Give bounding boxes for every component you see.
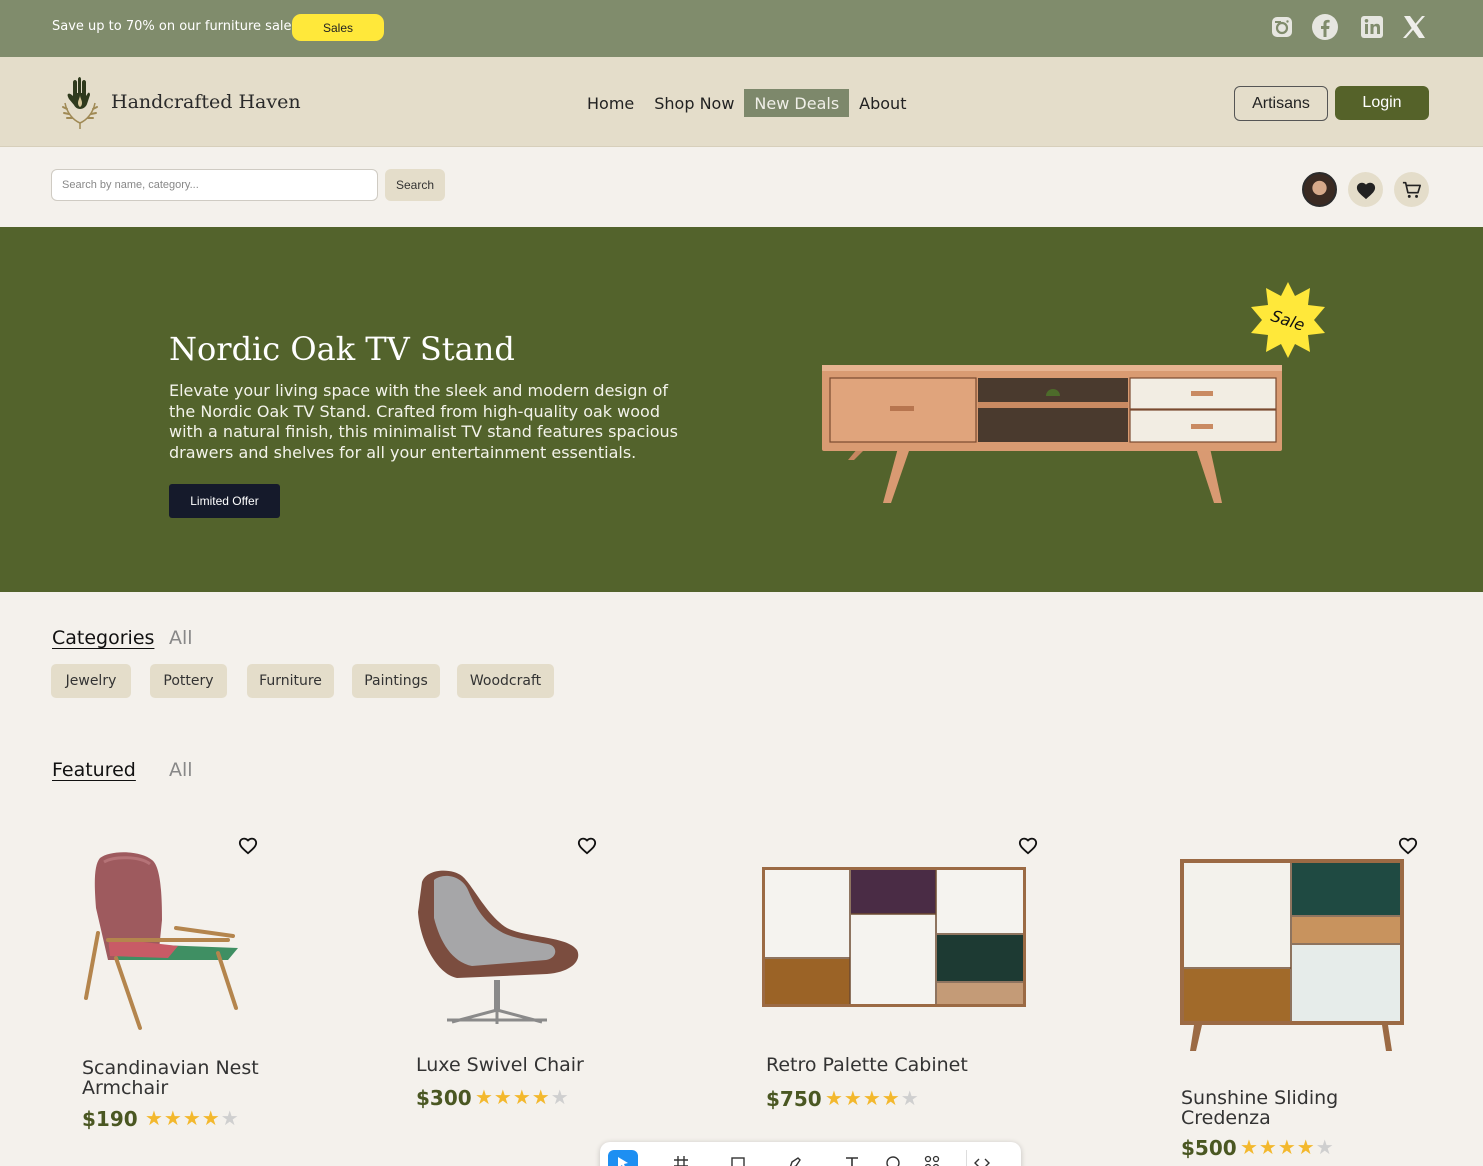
brand-name[interactable]: Handcrafted Haven — [111, 91, 301, 113]
cabinet-image — [762, 867, 1026, 1007]
nav-shop-now[interactable]: Shop Now — [644, 89, 744, 117]
category-chip-furniture[interactable]: Furniture — [247, 664, 334, 698]
limited-offer-button[interactable]: Limited Offer — [169, 484, 280, 518]
heart-outline-icon[interactable] — [576, 835, 598, 855]
cart-button[interactable] — [1394, 172, 1429, 207]
product-name-line2[interactable]: Credenza — [1181, 1108, 1271, 1129]
nav-home[interactable]: Home — [577, 89, 644, 117]
login-button[interactable]: Login — [1335, 86, 1429, 120]
pen-tool-icon[interactable] — [780, 1150, 810, 1166]
product-name[interactable]: Luxe Swivel Chair — [416, 1055, 584, 1076]
nav-links: Home Shop Now New Deals About — [577, 89, 916, 117]
hero-description: Elevate your living space with the sleek… — [169, 381, 678, 462]
product-price: $750 — [766, 1087, 822, 1111]
nav-new-deals[interactable]: New Deals — [744, 89, 850, 117]
cart-icon — [1402, 181, 1421, 198]
frame-tool-icon[interactable] — [666, 1150, 696, 1166]
rating-stars: ★★★★★ — [825, 1086, 920, 1110]
product-name[interactable]: Scandinavian Nest — [82, 1058, 259, 1079]
heart-outline-icon[interactable] — [1017, 835, 1039, 855]
artisans-button[interactable]: Artisans — [1234, 86, 1328, 121]
design-toolbar — [600, 1142, 1021, 1166]
category-chip-paintings[interactable]: Paintings — [352, 664, 440, 698]
promo-bar: Save up to 70% on our furniture sales Sa… — [0, 0, 1483, 57]
swivel-chair-image — [418, 870, 579, 1024]
promo-text: Save up to 70% on our furniture sales — [52, 19, 299, 34]
search-button[interactable]: Search — [385, 169, 445, 201]
cursor-tool-icon[interactable] — [608, 1150, 638, 1166]
tv-stand-image — [818, 360, 1288, 510]
product-name-line2[interactable]: Armchair — [82, 1078, 168, 1099]
rectangle-tool-icon[interactable] — [723, 1150, 753, 1166]
product-price: $190 — [82, 1107, 138, 1131]
categories-title[interactable]: Categories — [52, 627, 154, 649]
facebook-icon[interactable] — [1310, 12, 1340, 42]
category-chip-jewelry[interactable]: Jewelry — [51, 664, 131, 698]
code-tool-icon[interactable] — [966, 1150, 996, 1166]
ellipse-tool-icon[interactable] — [878, 1150, 908, 1166]
search-input[interactable] — [51, 169, 378, 201]
wishlist-button[interactable] — [1348, 172, 1383, 207]
instagram-icon[interactable] — [1267, 12, 1297, 42]
sale-badge: Sale — [1248, 280, 1328, 360]
product-price: $500 — [1181, 1136, 1237, 1160]
product-name[interactable]: Sunshine Sliding — [1181, 1088, 1338, 1109]
heart-filled-icon — [1356, 182, 1375, 199]
category-chip-woodcraft[interactable]: Woodcraft — [457, 664, 554, 698]
product-price: $300 — [416, 1086, 472, 1110]
heart-outline-icon[interactable] — [1397, 835, 1419, 855]
rating-stars: ★★★★★ — [145, 1106, 240, 1130]
rating-stars: ★★★★★ — [475, 1085, 570, 1109]
credenza-image — [1180, 859, 1404, 1051]
text-tool-icon[interactable] — [837, 1150, 867, 1166]
featured-title[interactable]: Featured — [52, 759, 136, 781]
avatar[interactable] — [1302, 172, 1337, 207]
nav-about[interactable]: About — [849, 89, 916, 117]
rating-stars: ★★★★★ — [1240, 1135, 1335, 1159]
brand-logo-icon[interactable] — [55, 73, 105, 131]
linkedin-icon[interactable] — [1357, 12, 1387, 42]
product-name[interactable]: Retro Palette Cabinet — [766, 1055, 968, 1076]
category-chip-pottery[interactable]: Pottery — [150, 664, 227, 698]
categories-all-link[interactable]: All — [169, 627, 193, 649]
hero-title: Nordic Oak TV Stand — [169, 330, 515, 368]
x-icon[interactable] — [1399, 12, 1429, 42]
armchair-image — [84, 852, 238, 1030]
featured-all-link[interactable]: All — [169, 759, 193, 781]
sales-button[interactable]: Sales — [292, 14, 384, 41]
components-tool-icon[interactable] — [917, 1150, 947, 1166]
